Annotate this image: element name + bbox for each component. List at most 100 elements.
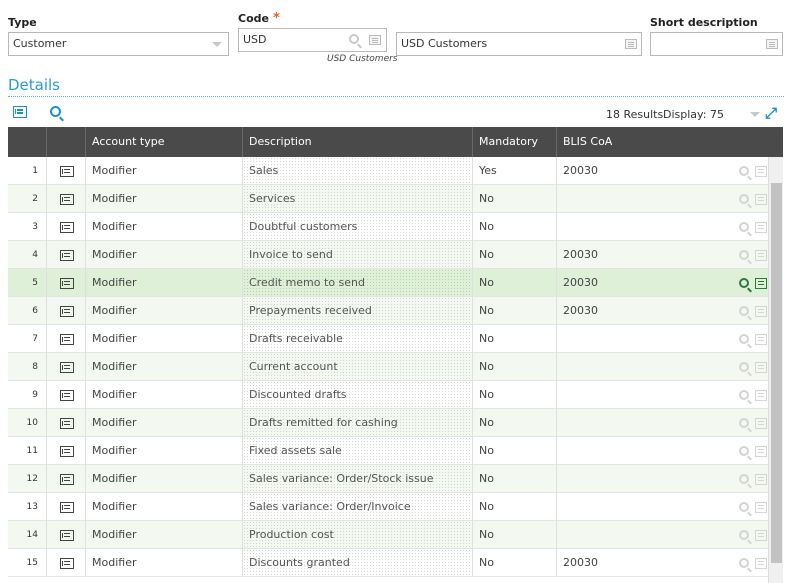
list-icon[interactable] (766, 39, 778, 49)
account-type-cell[interactable]: Modifier (85, 325, 242, 353)
type-select[interactable]: Customer (8, 32, 229, 56)
account-type-cell[interactable]: Modifier (85, 521, 242, 549)
list-icon[interactable] (755, 334, 767, 345)
mandatory-cell[interactable]: No (472, 185, 556, 213)
list-icon[interactable] (625, 39, 637, 49)
row-detail-button[interactable] (46, 353, 85, 381)
search-icon[interactable] (739, 390, 749, 400)
table-row[interactable]: 6 Modifier Prepayments received No 20030 (8, 297, 768, 325)
expand-icon[interactable] (765, 106, 779, 120)
row-detail-button[interactable] (46, 325, 85, 353)
description-cell[interactable]: Services (242, 185, 472, 213)
search-icon[interactable] (739, 194, 749, 204)
search-icon[interactable] (739, 502, 749, 512)
list-icon[interactable] (755, 222, 767, 233)
description-cell[interactable]: Current account (242, 353, 472, 381)
blis-coa-cell[interactable] (556, 465, 768, 493)
mandatory-cell[interactable]: No (472, 465, 556, 493)
search-icon[interactable] (739, 362, 749, 372)
blis-coa-cell[interactable] (556, 437, 768, 465)
list-icon[interactable] (755, 474, 767, 485)
mandatory-cell[interactable]: No (472, 549, 556, 577)
account-type-cell[interactable]: Modifier (85, 381, 242, 409)
row-detail-button[interactable] (46, 157, 85, 185)
account-type-cell[interactable]: Modifier (85, 297, 242, 325)
blis-coa-cell[interactable] (556, 185, 768, 213)
list-icon[interactable] (755, 530, 767, 541)
list-icon[interactable] (369, 35, 381, 45)
description-cell[interactable]: Sales variance: Order/Stock issue (242, 465, 472, 493)
row-detail-button[interactable] (46, 549, 85, 577)
account-type-cell[interactable]: Modifier (85, 353, 242, 381)
list-icon[interactable] (755, 250, 767, 261)
mandatory-cell[interactable]: No (472, 353, 556, 381)
table-row[interactable]: 11 Modifier Fixed assets sale No (8, 437, 768, 465)
blis-coa-cell[interactable] (556, 213, 768, 241)
search-icon[interactable] (739, 306, 749, 316)
mandatory-cell[interactable]: No (472, 409, 556, 437)
search-icon[interactable] (739, 250, 749, 260)
account-type-cell[interactable]: Modifier (85, 493, 242, 521)
table-row[interactable]: 13 Modifier Sales variance: Order/Invoice N… (8, 493, 768, 521)
search-icon[interactable] (739, 334, 749, 344)
list-icon[interactable] (755, 502, 767, 513)
mandatory-cell[interactable]: No (472, 493, 556, 521)
search-icon[interactable] (739, 530, 749, 540)
list-icon[interactable] (755, 166, 767, 177)
account-type-cell[interactable]: Modifier (85, 269, 242, 297)
list-icon[interactable] (755, 390, 767, 401)
list-icon[interactable] (755, 362, 767, 373)
list-icon[interactable] (755, 278, 767, 289)
vertical-scrollbar[interactable] (768, 157, 783, 583)
account-type-cell[interactable]: Modifier (85, 465, 242, 493)
blis-coa-cell[interactable] (556, 353, 768, 381)
account-type-cell[interactable]: Modifier (85, 437, 242, 465)
search-icon[interactable] (739, 166, 749, 176)
table-row[interactable]: 1 Modifier Sales Yes 20030 (8, 157, 768, 185)
description-cell[interactable]: Invoice to send (242, 241, 472, 269)
description-cell[interactable]: Fixed assets sale (242, 437, 472, 465)
row-detail-button[interactable] (46, 409, 85, 437)
search-icon[interactable] (50, 106, 61, 117)
scrollbar-thumb[interactable] (771, 183, 782, 563)
table-row[interactable]: 10 Modifier Drafts remitted for cashing No (8, 409, 768, 437)
description-input[interactable]: USD Customers (396, 32, 642, 56)
display-select[interactable]: 75 (710, 108, 760, 121)
description-cell[interactable]: Sales variance: Order/Invoice (242, 493, 472, 521)
account-type-cell[interactable]: Modifier (85, 549, 242, 577)
short-description-input[interactable] (650, 32, 783, 56)
blis-coa-cell[interactable]: 20030 (556, 297, 768, 325)
table-row[interactable]: 7 Modifier Drafts receivable No (8, 325, 768, 353)
search-icon[interactable] (739, 278, 749, 288)
description-cell[interactable]: Doubtful customers (242, 213, 472, 241)
header-mandatory[interactable]: Mandatory (472, 127, 556, 157)
mandatory-cell[interactable]: No (472, 381, 556, 409)
row-detail-button[interactable] (46, 493, 85, 521)
description-cell[interactable]: Prepayments received (242, 297, 472, 325)
blis-coa-cell[interactable]: 20030 (556, 241, 768, 269)
header-blis-coa[interactable]: BLIS CoA (556, 127, 768, 157)
search-icon[interactable] (349, 34, 359, 44)
blis-coa-cell[interactable] (556, 521, 768, 549)
row-detail-button[interactable] (46, 185, 85, 213)
table-row[interactable]: 8 Modifier Current account No (8, 353, 768, 381)
list-icon[interactable] (755, 558, 767, 569)
account-type-cell[interactable]: Modifier (85, 213, 242, 241)
mandatory-cell[interactable]: No (472, 269, 556, 297)
account-type-cell[interactable]: Modifier (85, 157, 242, 185)
table-row[interactable]: 3 Modifier Doubtful customers No (8, 213, 768, 241)
account-type-cell[interactable]: Modifier (85, 241, 242, 269)
description-cell[interactable]: Sales (242, 157, 472, 185)
search-icon[interactable] (739, 446, 749, 456)
mandatory-cell[interactable]: No (472, 437, 556, 465)
blis-coa-cell[interactable]: 20030 (556, 549, 768, 577)
mandatory-cell[interactable]: No (472, 241, 556, 269)
table-row[interactable]: 14 Modifier Production cost No (8, 521, 768, 549)
search-icon[interactable] (739, 474, 749, 484)
row-detail-button[interactable] (46, 297, 85, 325)
mandatory-cell[interactable]: No (472, 521, 556, 549)
description-cell[interactable]: Discounts granted (242, 549, 472, 577)
blis-coa-cell[interactable] (556, 381, 768, 409)
table-row[interactable]: 2 Modifier Services No (8, 185, 768, 213)
row-detail-button[interactable] (46, 381, 85, 409)
